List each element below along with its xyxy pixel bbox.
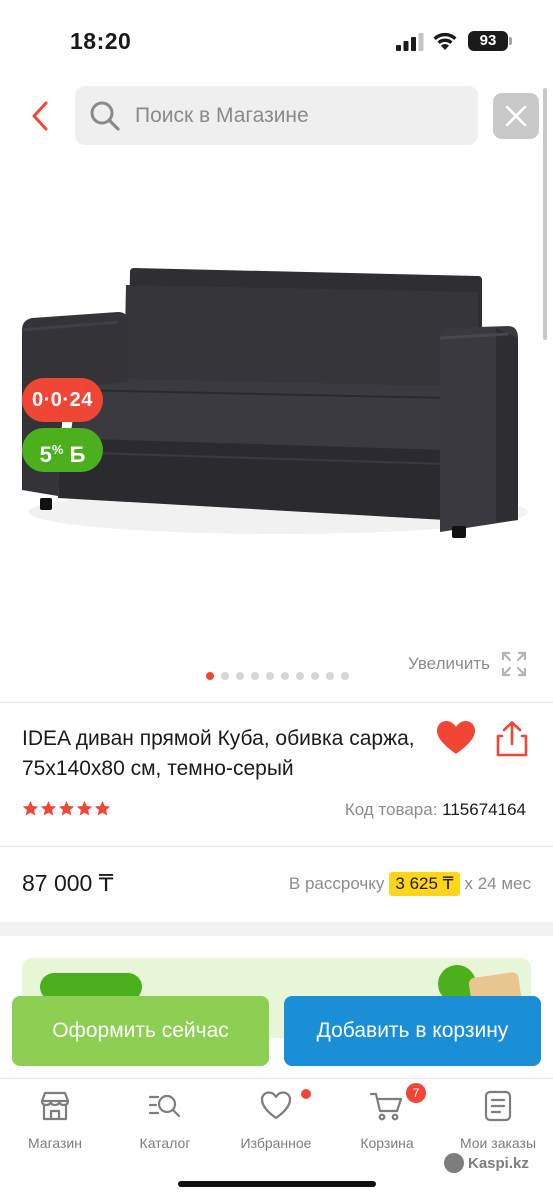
store-icon	[40, 1091, 70, 1121]
star-icon	[76, 800, 93, 816]
nav-favorites[interactable]: Избранное	[221, 1089, 331, 1151]
gallery-dot[interactable]	[311, 672, 319, 680]
share-icon	[496, 721, 528, 757]
product-code-value: 115674164	[442, 800, 526, 819]
product-code: Код товара: 115674164	[345, 800, 526, 820]
back-button[interactable]	[22, 94, 58, 138]
star-icon	[40, 800, 57, 816]
cart-icon	[370, 1092, 403, 1121]
gallery-dot[interactable]	[341, 672, 349, 680]
status-bar: 18:20 93	[0, 0, 553, 70]
divider	[0, 846, 553, 847]
bonus-currency: Б	[69, 442, 86, 467]
battery-indicator: 93	[468, 31, 508, 51]
gallery-dot[interactable]	[251, 672, 259, 680]
heart-outline-icon	[260, 1091, 292, 1120]
close-icon	[505, 105, 527, 127]
product-title: IDEA диван прямой Куба, обивка саржа, 75…	[22, 727, 415, 780]
search-bar[interactable]	[75, 86, 478, 145]
watermark-text: Kaspi.kz	[468, 1154, 529, 1172]
search-icon	[90, 101, 120, 131]
expand-icon	[501, 651, 527, 677]
bonus-percent: 5	[39, 442, 52, 467]
gallery-dot[interactable]	[236, 672, 244, 680]
gallery-dot[interactable]	[266, 672, 274, 680]
product-price: 87 000 ₸	[22, 870, 114, 896]
nav-cart[interactable]: Корзина 7	[332, 1083, 442, 1151]
star-icon	[94, 800, 111, 816]
buy-now-button[interactable]: Оформить сейчас	[12, 996, 269, 1066]
home-indicator[interactable]	[178, 1181, 376, 1187]
share-button[interactable]	[494, 720, 530, 760]
search-input[interactable]	[135, 103, 455, 128]
star-icon	[58, 800, 75, 816]
cellular-signal-icon	[396, 33, 424, 51]
zoom-label: Увеличить	[408, 654, 490, 673]
installment-amount: 3 625 ₸	[389, 872, 460, 896]
zoom-button[interactable]: Увеличить	[408, 650, 528, 678]
star-icon	[22, 800, 39, 816]
favorites-notification-dot	[301, 1089, 311, 1099]
favorite-button[interactable]	[436, 720, 476, 760]
gallery-dot[interactable]	[296, 672, 304, 680]
chevron-left-icon	[32, 101, 48, 131]
gallery-pagination[interactable]	[206, 672, 349, 680]
status-time: 18:20	[70, 28, 132, 54]
rating-stars[interactable]	[22, 800, 111, 817]
nav-store[interactable]: Магазин	[0, 1089, 110, 1151]
kaspi-watermark: Kaspi.kz	[444, 1153, 529, 1173]
nav-label: Избранное	[240, 1135, 312, 1151]
close-search-button[interactable]	[493, 93, 539, 139]
add-to-cart-button[interactable]: Добавить в корзину	[284, 996, 541, 1066]
wifi-icon	[433, 32, 457, 50]
installment-prefix: В рассрочку	[288, 874, 385, 893]
nav-label: Каталог	[139, 1135, 191, 1151]
battery-tip	[509, 37, 512, 45]
gallery-dot[interactable]	[281, 672, 289, 680]
section-separator	[0, 922, 553, 936]
nav-orders[interactable]: Мои заказы	[443, 1089, 553, 1151]
kaspi-logo-icon	[444, 1153, 464, 1173]
product-code-label: Код товара:	[344, 800, 438, 819]
installment-info[interactable]: В рассрочку 3 625 ₸ х 24 мес	[289, 872, 531, 896]
nav-label: Магазин	[27, 1135, 82, 1151]
installment-suffix: х 24 мес	[464, 874, 532, 893]
installment-badge: 0·0·24	[22, 378, 103, 422]
cart-count-badge: 7	[406, 1083, 426, 1103]
catalog-search-icon	[148, 1094, 181, 1118]
gallery-dot[interactable]	[206, 672, 214, 680]
gallery-dot[interactable]	[221, 672, 229, 680]
heart-icon	[437, 721, 475, 754]
bonus-badge: 5% Б	[22, 428, 103, 472]
bonus-percent-sign: %	[51, 442, 64, 457]
nav-catalog[interactable]: Каталог	[110, 1089, 220, 1151]
nav-label: Корзина	[360, 1135, 414, 1151]
divider	[0, 702, 553, 703]
gallery-dot[interactable]	[326, 672, 334, 680]
nav-label: Мои заказы	[459, 1135, 537, 1151]
orders-icon	[484, 1090, 512, 1122]
